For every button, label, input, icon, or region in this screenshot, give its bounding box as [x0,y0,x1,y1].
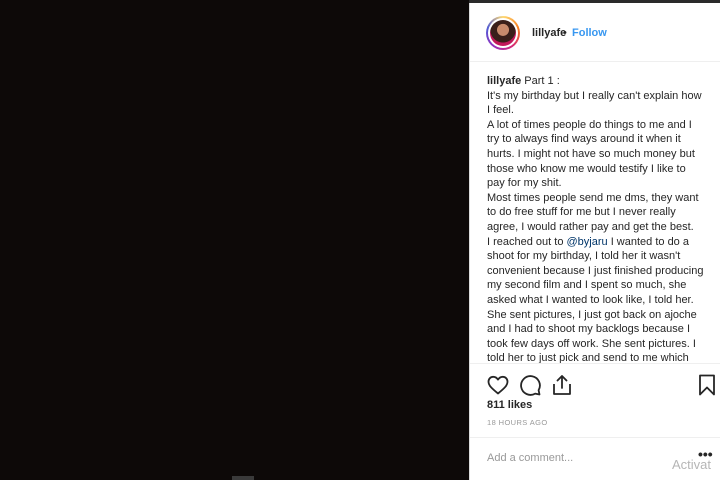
caption-username[interactable]: lillyafe [487,75,521,87]
action-bar [470,363,720,403]
header-separator: • [563,27,567,39]
post-media[interactable] [0,0,469,480]
comment-icon[interactable] [518,373,542,397]
post-side-panel: lillyafe • Follow lillyafe Part 1 : It's… [469,3,720,480]
follow-button[interactable]: Follow [572,27,607,39]
activation-watermark: Activat [672,457,712,472]
caption-scroll-area[interactable]: lillyafe Part 1 : It's my birthday but I… [487,74,704,364]
post-timestamp[interactable]: 18 HOURS AGO [487,418,548,427]
avatar[interactable] [486,16,520,50]
post-header: lillyafe • Follow [470,3,720,62]
heart-icon[interactable] [486,373,510,397]
avatar-photo [490,20,516,46]
post-caption: lillyafe Part 1 : It's my birthday but I… [487,74,704,364]
caption-mention-link[interactable]: @byjaru [567,236,608,248]
media-scroll-indicator [232,476,254,480]
share-icon[interactable] [550,373,574,397]
likes-count[interactable]: 811 likes [487,399,532,411]
add-comment-input[interactable] [487,448,677,468]
caption-text-part2: I wanted to do a shoot for my birthday, … [487,235,704,364]
caption-text-part1: Part 1 : It's my birthday but I really c… [487,75,702,248]
username-link[interactable]: lillyafe [532,27,566,39]
bookmark-icon[interactable] [695,373,719,397]
